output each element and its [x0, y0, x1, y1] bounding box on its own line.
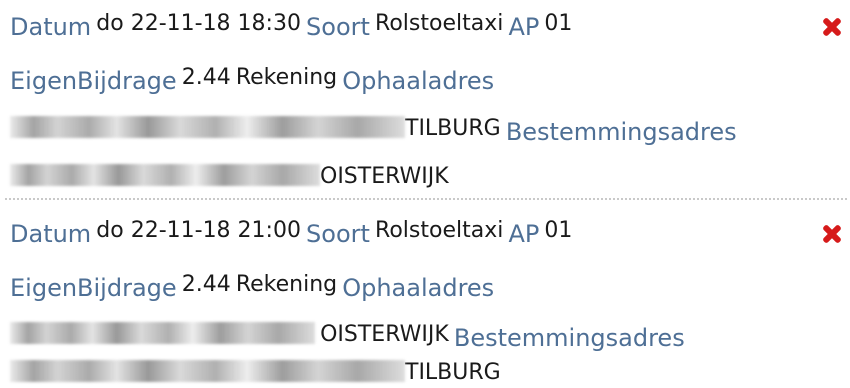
trip-cost-line: EigenBijdrage 2.44 Rekening Ophaaladres — [10, 62, 494, 95]
eigenbijdrage-value: 2.44 — [181, 272, 231, 297]
rekening-value: Rekening — [235, 65, 338, 90]
ap-value: 01 — [544, 11, 573, 36]
pickup-address-line: TILBURG Bestemmingsadres — [10, 113, 737, 146]
delete-icon[interactable] — [820, 222, 844, 246]
rekening-value: Rekening — [235, 272, 338, 297]
pickup-address-line: OISTERWIJK Bestemmingsadres — [10, 319, 685, 352]
trip-cost-line: EigenBijdrage 2.44 Rekening Ophaaladres — [10, 269, 494, 302]
soort-label: Soort — [306, 13, 370, 41]
destination-city: OISTERWIJK — [320, 164, 449, 189]
bestemmingsadres-label: Bestemmingsadres — [453, 324, 685, 352]
pickup-city: OISTERWIJK — [320, 322, 449, 347]
pickup-city: TILBURG — [405, 116, 501, 141]
eigenbijdrage-label: EigenBijdrage — [10, 274, 177, 302]
destination-city: TILBURG — [405, 360, 501, 385]
datum-value: do 22-11-18 18:30 — [96, 11, 301, 36]
trip-record: Datum do 22-11-18 21:00 Soort Rolstoelta… — [0, 200, 850, 388]
datum-label: Datum — [10, 220, 92, 248]
soort-value: Rolstoeltaxi — [375, 218, 504, 243]
ophaaladres-label: Ophaaladres — [342, 67, 495, 95]
soort-value: Rolstoeltaxi — [375, 11, 504, 36]
soort-label: Soort — [306, 220, 370, 248]
redacted-street — [10, 116, 405, 138]
delete-icon[interactable] — [820, 15, 844, 39]
ap-label: AP — [508, 220, 540, 248]
destination-address-line: OISTERWIJK — [10, 164, 449, 189]
ap-label: AP — [508, 13, 540, 41]
trip-record: Datum do 22-11-18 18:30 Soort Rolstoelta… — [0, 0, 850, 200]
trip-header-line: Datum do 22-11-18 18:30 Soort Rolstoelta… — [10, 8, 573, 41]
datum-label: Datum — [10, 13, 92, 41]
eigenbijdrage-value: 2.44 — [181, 65, 231, 90]
redacted-street — [10, 360, 405, 382]
trip-header-line: Datum do 22-11-18 21:00 Soort Rolstoelta… — [10, 215, 573, 248]
ophaaladres-label: Ophaaladres — [342, 274, 495, 302]
redacted-street — [10, 164, 320, 186]
ap-value: 01 — [544, 218, 573, 243]
destination-address-line: TILBURG — [10, 360, 501, 385]
datum-value: do 22-11-18 21:00 — [96, 218, 301, 243]
eigenbijdrage-label: EigenBijdrage — [10, 67, 177, 95]
bestemmingsadres-label: Bestemmingsadres — [505, 118, 737, 146]
redacted-street — [10, 322, 315, 344]
